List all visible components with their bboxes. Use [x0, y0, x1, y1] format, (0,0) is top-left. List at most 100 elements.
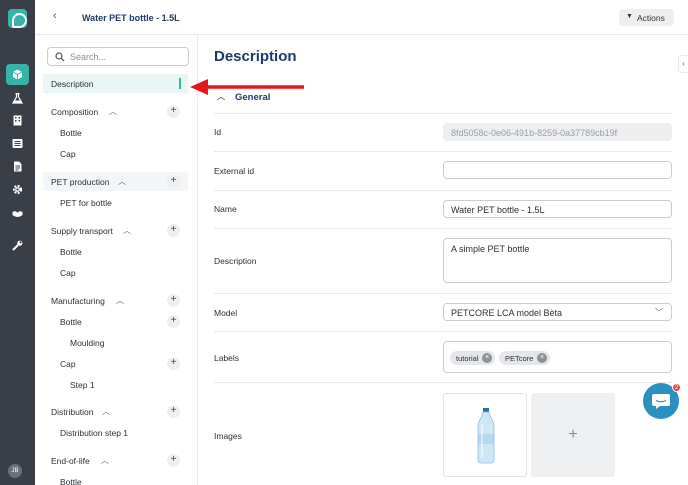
- model-label: Model: [214, 308, 238, 318]
- id-label: Id: [214, 127, 222, 137]
- document-icon[interactable]: [6, 156, 29, 177]
- model-value: PETCORE LCA model Bèta: [451, 308, 563, 318]
- external-id-label: External id: [214, 166, 255, 176]
- chevron-up-icon[interactable]: ︿: [123, 225, 131, 236]
- gear-icon[interactable]: [6, 179, 29, 200]
- tree-item-label: Cap: [60, 268, 76, 278]
- label-chip-text: PETcore: [505, 354, 534, 363]
- label-chip-text: tutorial: [456, 354, 479, 363]
- tree-group-composition[interactable]: Composition ︿ +: [43, 102, 188, 121]
- tree-item-label: Description: [51, 79, 94, 89]
- chat-support-button[interactable]: 2: [643, 383, 681, 419]
- tree-item-label: Bottle: [60, 128, 82, 138]
- water-bottle-image: [477, 408, 495, 464]
- name-label: Name: [214, 204, 237, 214]
- model-select[interactable]: PETCORE LCA model Bèta ﹀: [443, 303, 672, 321]
- cube-icon[interactable]: [6, 64, 29, 85]
- collapse-panel-chevron-icon[interactable]: ‹: [678, 55, 688, 73]
- tree-item[interactable]: Cap +: [43, 354, 188, 373]
- divider: [214, 382, 672, 383]
- tree-group-pet-production[interactable]: PET production ︿ +: [43, 172, 188, 191]
- remove-chip-icon[interactable]: ×: [537, 353, 547, 363]
- tree-item[interactable]: Bottle +: [43, 312, 188, 331]
- search-placeholder: Search...: [70, 52, 107, 62]
- list-icon[interactable]: [6, 133, 29, 154]
- main-content: ‹ Description ︿ General Id 8fd5058c-0e06…: [199, 35, 688, 485]
- chevron-up-icon[interactable]: ︿: [102, 406, 110, 417]
- page-title: Description: [214, 48, 297, 65]
- add-child-button[interactable]: +: [167, 315, 180, 328]
- tree-group-manufacturing[interactable]: Manufacturing ︿ +: [43, 291, 188, 310]
- tree-item-label: Bottle: [60, 247, 82, 257]
- factory-icon[interactable]: [6, 110, 29, 131]
- search-icon: [55, 52, 65, 62]
- tree-group-supply-transport[interactable]: Supply transport ︿ +: [43, 221, 188, 240]
- name-input[interactable]: Water PET bottle - 1.5L: [443, 200, 672, 218]
- add-child-button[interactable]: +: [167, 294, 180, 307]
- id-field: 8fd5058c-0e06-491b-8259-0a37789cb19f: [443, 123, 672, 141]
- chevron-up-icon[interactable]: ︿: [101, 455, 109, 466]
- tree-group-distribution[interactable]: Distribution ︿ +: [43, 402, 188, 421]
- tree-item-description[interactable]: Description: [43, 74, 188, 93]
- product-image-thumbnail[interactable]: [443, 393, 527, 477]
- divider: [214, 151, 672, 152]
- add-child-button[interactable]: +: [167, 454, 180, 467]
- labels-input[interactable]: tutorial × PETcore ×: [443, 341, 672, 373]
- description-value: A simple PET bottle: [451, 244, 530, 254]
- divider: [214, 331, 672, 332]
- handshake-icon[interactable]: [6, 203, 29, 224]
- tree-item[interactable]: PET for bottle: [43, 193, 188, 212]
- breadcrumb-product: Water PET bottle - 1.5L: [82, 13, 180, 23]
- id-value: 8fd5058c-0e06-491b-8259-0a37789cb19f: [451, 128, 618, 138]
- top-bar: ‹ Water PET bottle - 1.5L ▼ Actions: [35, 0, 688, 35]
- chevron-up-icon[interactable]: ︿: [109, 106, 117, 117]
- remove-chip-icon[interactable]: ×: [482, 353, 492, 363]
- app-logo[interactable]: [8, 9, 27, 28]
- user-avatar[interactable]: JB: [8, 464, 22, 478]
- tree-item[interactable]: Bottle: [43, 123, 188, 142]
- tree-group-label: Composition: [51, 107, 99, 117]
- structure-tree-panel: Search... Description Composition ︿ + Bo…: [35, 35, 198, 485]
- description-label: Description: [214, 256, 257, 266]
- caret-down-icon: ▼: [626, 13, 633, 20]
- tree-item[interactable]: Distribution step 1: [43, 423, 188, 442]
- chevron-down-icon: ﹀: [655, 308, 663, 317]
- back-chevron-icon[interactable]: ‹: [53, 10, 57, 22]
- tree-item-label: Step 1: [70, 380, 95, 390]
- tree-group-label: End-of-life: [51, 456, 90, 466]
- tree-item[interactable]: Step 1: [43, 375, 188, 394]
- tree-item-label: Bottle: [60, 477, 82, 485]
- tree-group-label: Distribution: [51, 407, 94, 417]
- tree-group-end-of-life[interactable]: End-of-life ︿ +: [43, 451, 188, 470]
- tree-item[interactable]: Cap: [43, 144, 188, 163]
- add-child-button[interactable]: +: [167, 405, 180, 418]
- tree-item-label: Moulding: [70, 338, 105, 348]
- tree-group-label: Manufacturing: [51, 296, 105, 306]
- label-chip: tutorial ×: [450, 351, 495, 365]
- divider: [214, 293, 672, 294]
- chevron-up-icon[interactable]: ︿: [118, 176, 126, 187]
- flask-icon[interactable]: [6, 88, 29, 109]
- divider: [214, 228, 672, 229]
- tree-item[interactable]: Bottle: [43, 472, 188, 485]
- images-label: Images: [214, 431, 242, 441]
- chevron-up-icon[interactable]: ︿: [116, 295, 124, 306]
- tree-group-label: PET production: [51, 177, 110, 187]
- add-child-button[interactable]: +: [167, 224, 180, 237]
- tree-item[interactable]: Bottle: [43, 242, 188, 261]
- actions-label: Actions: [637, 13, 665, 23]
- actions-button[interactable]: ▼ Actions: [619, 9, 674, 26]
- tree-item[interactable]: Cap: [43, 263, 188, 282]
- description-textarea[interactable]: A simple PET bottle: [443, 238, 672, 283]
- tree-search-input[interactable]: Search...: [47, 47, 189, 66]
- add-image-button[interactable]: +: [531, 393, 615, 477]
- tree-item-label: Cap: [60, 149, 76, 159]
- label-chip: PETcore ×: [499, 351, 550, 365]
- tree-item[interactable]: Moulding: [43, 333, 188, 352]
- tree-group-label: Supply transport: [51, 226, 113, 236]
- add-child-button[interactable]: +: [167, 357, 180, 370]
- wrench-icon[interactable]: [6, 235, 29, 256]
- add-child-button[interactable]: +: [167, 175, 180, 188]
- add-child-button[interactable]: +: [167, 105, 180, 118]
- external-id-input[interactable]: [443, 161, 672, 179]
